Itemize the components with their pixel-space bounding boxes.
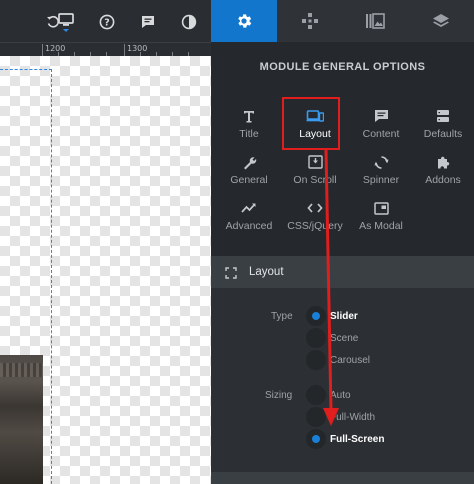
option-label: Content: [362, 128, 400, 140]
type-option-scene[interactable]: Scene: [306, 328, 358, 348]
radio-button: [306, 429, 326, 449]
radio-button: [306, 306, 326, 326]
option-label: On Scroll: [293, 174, 337, 186]
layers-icon: [433, 14, 450, 27]
tab-library[interactable]: [343, 0, 409, 42]
expand-icon: [225, 266, 237, 279]
option-label: CSS/jQuery: [287, 220, 343, 232]
tab-settings[interactable]: [211, 0, 277, 42]
scroll-down-icon: [305, 153, 325, 171]
panel-tabs: [211, 0, 474, 42]
option-on-scroll[interactable]: On Scroll: [285, 150, 345, 192]
option-label: Addons: [425, 174, 461, 186]
content-icon: [371, 107, 391, 125]
option-text: Scene: [330, 332, 359, 344]
option-text: Full-Screen: [330, 433, 385, 445]
sizing-label: Sizing: [265, 390, 293, 401]
option-text: Full-Width: [330, 411, 376, 423]
sizing-option-auto[interactable]: Auto: [306, 385, 351, 405]
option-text: Carousel: [330, 354, 371, 366]
radio-button: [306, 385, 326, 405]
annotation-highlight-box: [282, 97, 340, 150]
option-label: Title: [239, 128, 259, 140]
contrast-icon[interactable]: [178, 11, 200, 33]
editor-toolbar: ?: [0, 0, 211, 42]
option-label: As Modal: [359, 220, 403, 232]
gamepad-icon: [301, 13, 318, 29]
sizing-option-full-screen[interactable]: Full-Screen: [306, 429, 384, 449]
type-option-slider[interactable]: Slider: [306, 306, 358, 326]
option-title[interactable]: Title: [219, 104, 279, 146]
puzzle-icon: [433, 153, 453, 171]
section-title: Layout: [249, 266, 284, 278]
text-t-icon: [239, 107, 259, 125]
type-label: Type: [271, 311, 293, 322]
option-advanced[interactable]: Advanced: [219, 196, 279, 238]
slide-boundary: [51, 69, 52, 484]
next-section-header[interactable]: [211, 472, 474, 484]
option-defaults[interactable]: Defaults: [413, 104, 473, 146]
library-icon: [366, 13, 386, 29]
help-icon[interactable]: ?: [96, 11, 118, 33]
option-spinner[interactable]: Spinner: [351, 150, 411, 192]
tab-gamepad[interactable]: [277, 0, 343, 42]
layout-section-header[interactable]: Layout: [211, 256, 474, 288]
option-as-modal[interactable]: As Modal: [351, 196, 411, 238]
svg-text:?: ?: [104, 18, 110, 29]
desktop-icon[interactable]: [55, 11, 77, 33]
option-text: Auto: [330, 389, 351, 401]
radio-button: [306, 407, 326, 427]
sizing-option-full-width[interactable]: Full-Width: [306, 407, 375, 427]
module-title: MODULE GENERAL OPTIONS: [259, 61, 426, 73]
tab-layers[interactable]: [408, 0, 474, 42]
background-image-layer[interactable]: [0, 355, 43, 484]
code-icon: [305, 199, 325, 217]
ruler-tick: [42, 44, 43, 56]
comment-icon[interactable]: [137, 11, 159, 33]
option-label: General: [230, 174, 268, 186]
defaults-icon: [433, 107, 453, 125]
option-label: Spinner: [362, 174, 400, 186]
ruler-tick: [124, 44, 125, 56]
option-label: Advanced: [225, 220, 273, 232]
option-content[interactable]: Content: [351, 104, 411, 146]
wrench-icon: [239, 153, 259, 171]
radio-button: [306, 328, 326, 348]
type-option-carousel[interactable]: Carousel: [306, 350, 370, 370]
editor-canvas-area: ? 1200 1300: [0, 0, 211, 484]
slide-boundary: [0, 69, 52, 70]
option-css-jquery[interactable]: CSS/jQuery: [285, 196, 345, 238]
option-addons[interactable]: Addons: [413, 150, 473, 192]
gear-icon: [238, 14, 252, 28]
spinner-icon: [371, 153, 391, 171]
horizontal-ruler: 1200 1300: [0, 42, 211, 99]
radio-button: [306, 350, 326, 370]
ruler-label: 1200: [45, 44, 66, 53]
option-label: Defaults: [423, 128, 463, 140]
trend-icon: [239, 199, 259, 217]
option-text: Slider: [330, 310, 358, 322]
option-general[interactable]: General: [219, 150, 279, 192]
ruler-label: 1300: [127, 44, 148, 53]
modal-icon: [371, 199, 391, 217]
